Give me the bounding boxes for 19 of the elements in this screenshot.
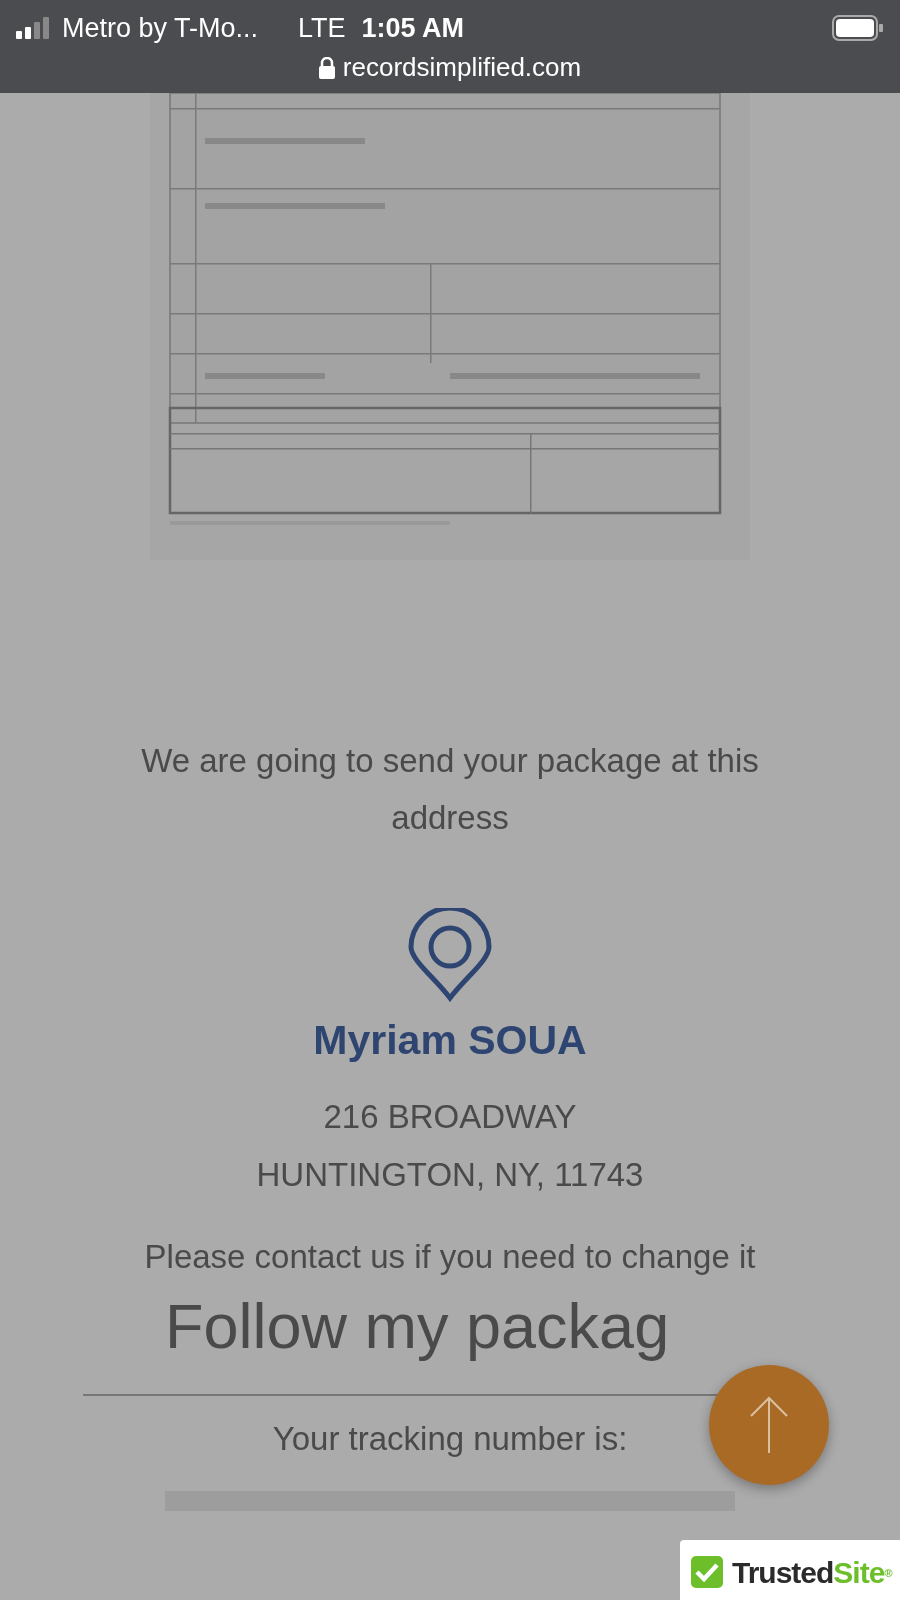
intro-text: We are going to send your package at this address (140, 741, 760, 838)
address-line: HUNTINGTON, NY, 11743 (256, 1154, 644, 1195)
trust-badge[interactable]: TrustedSite$^{®}$ (680, 1540, 900, 1600)
section-heading: Follow my packag (165, 1289, 670, 1363)
page-url: recordsimplified.com (342, 51, 582, 84)
lock-icon (318, 56, 335, 79)
address-line: 216 BROADWAY (323, 1096, 577, 1137)
carrier-name: Metro by T-Mo... (62, 11, 259, 45)
trusted-site-logo: TrustedSite$^{®}$ (732, 1554, 892, 1591)
scroll-top-button[interactable] (709, 1365, 829, 1485)
network-type: LTE (298, 11, 346, 45)
location-pin-icon (407, 908, 493, 1002)
tracking-label: Your tracking number is: (272, 1419, 628, 1457)
clock: 1:05 AM (361, 11, 465, 45)
arrow-up-icon (749, 1395, 789, 1455)
contact-note: Please contact us if you need to change it (143, 1236, 757, 1277)
battery-icon (832, 15, 884, 41)
recipient-name: Myriam SOUA (312, 1016, 588, 1065)
checkmark-icon (690, 1555, 724, 1589)
